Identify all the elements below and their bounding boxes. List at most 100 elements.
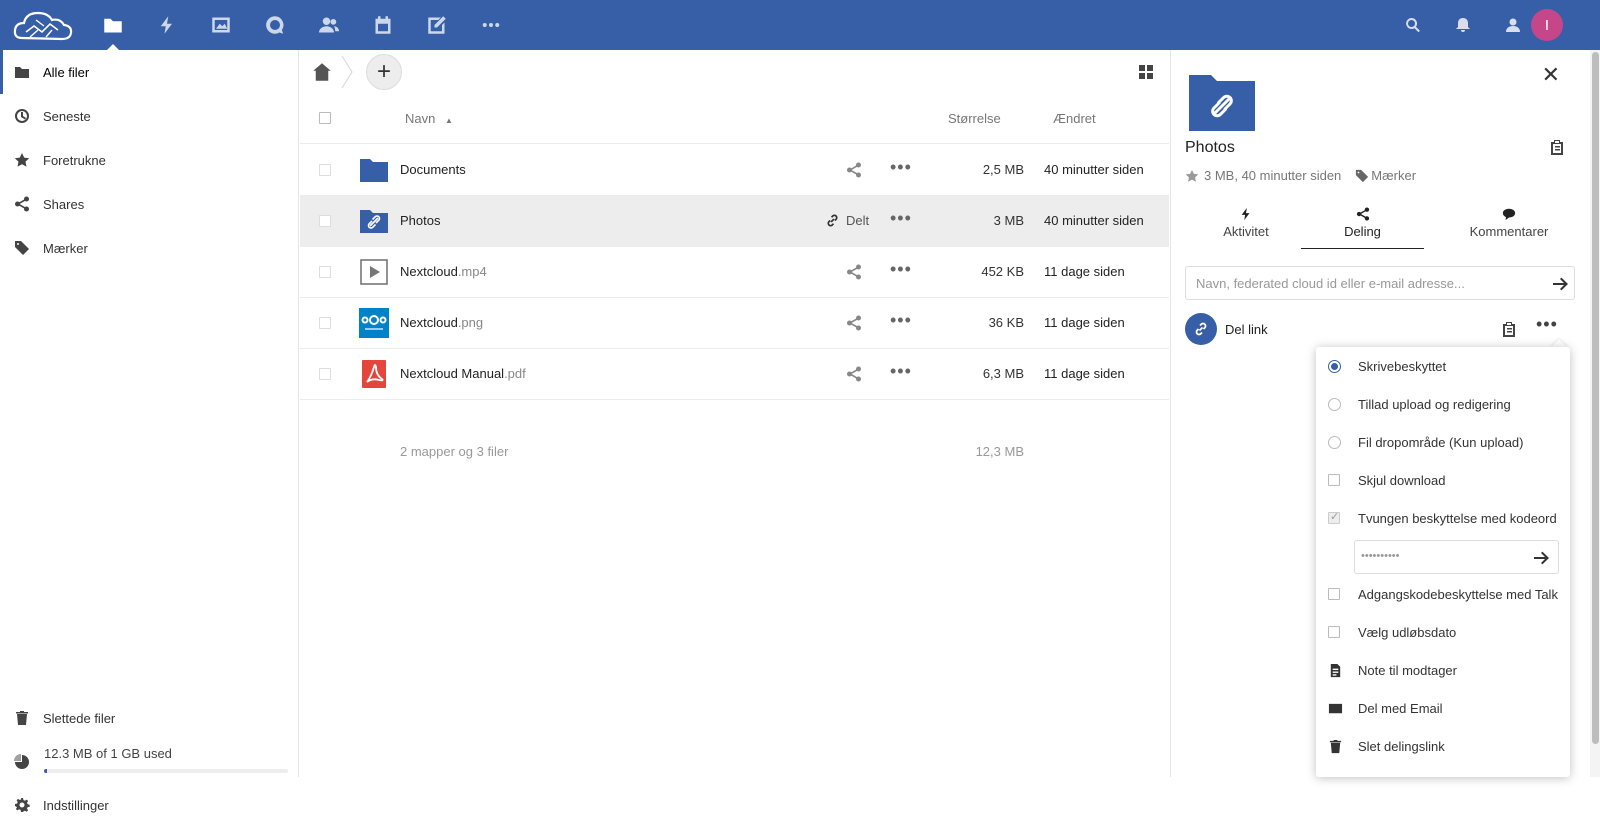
scrollbar[interactable] (1590, 50, 1600, 777)
grid-view-icon[interactable] (1138, 64, 1154, 80)
new-file-button[interactable]: + (366, 54, 402, 90)
option-hide-download[interactable]: Skjul download (1316, 461, 1570, 499)
row-checkbox[interactable] (319, 368, 331, 380)
column-header-name[interactable]: Navn ▲ (405, 111, 453, 126)
file-name[interactable]: Documents (400, 162, 466, 177)
more-actions-icon[interactable]: ••• (890, 311, 911, 333)
nav-item-favorites[interactable]: Foretrukne (0, 138, 298, 182)
clock-icon (15, 109, 29, 123)
close-icon[interactable]: ✕ (1542, 62, 1560, 88)
more-actions-icon[interactable]: ••• (890, 260, 911, 282)
more-actions-icon[interactable]: ••• (890, 209, 911, 231)
link-icon (827, 214, 838, 227)
search-icon[interactable] (1389, 0, 1437, 50)
share-icon[interactable] (846, 162, 862, 178)
option-file-drop[interactable]: Fil dropområde (Kun upload) (1316, 423, 1570, 461)
share-link-avatar (1185, 313, 1217, 345)
nextcloud-logo[interactable] (12, 8, 74, 42)
arrow-right-icon[interactable] (1532, 549, 1550, 567)
more-actions-icon[interactable]: ••• (890, 158, 911, 180)
option-note[interactable]: Note til modtager (1316, 651, 1570, 689)
tags-link[interactable]: Mærker (1371, 168, 1416, 183)
quota-bar (44, 769, 288, 773)
more-apps-icon[interactable] (464, 0, 518, 50)
shared-indicator[interactable]: Delt (825, 213, 869, 228)
file-table-header: Navn ▲ Størrelse Ændret (300, 94, 1169, 144)
column-header-size[interactable]: Størrelse (948, 111, 1001, 126)
file-name[interactable]: Nextcloud Manual.pdf (400, 366, 526, 381)
row-checkbox[interactable] (319, 266, 331, 278)
tab-sharing[interactable]: Deling (1301, 205, 1424, 249)
trash-icon (16, 711, 28, 725)
nav-item-deleted-files[interactable]: Slettede filer (0, 696, 298, 740)
share-link-menu-icon[interactable]: ••• (1536, 314, 1558, 335)
radio-button[interactable] (1328, 359, 1341, 373)
tab-comments[interactable]: Kommentarer (1443, 205, 1575, 249)
row-checkbox[interactable] (319, 215, 331, 227)
file-name[interactable]: Photos (400, 213, 440, 228)
file-name[interactable]: Nextcloud.png (400, 315, 483, 330)
comment-icon (1502, 208, 1516, 221)
option-allow-upload[interactable]: Tillad upload og redigering (1316, 385, 1570, 423)
checkbox[interactable] (1328, 474, 1340, 486)
activity-app-icon[interactable] (140, 0, 194, 50)
option-talk-password[interactable]: Adgangskodebeskyttelse med Talk (1316, 575, 1570, 613)
photos-app-icon[interactable] (194, 0, 248, 50)
share-with-input[interactable] (1185, 266, 1575, 300)
share-icon[interactable] (846, 366, 862, 382)
contacts-app-icon[interactable] (302, 0, 356, 50)
breadcrumb-separator (341, 56, 353, 88)
row-checkbox[interactable] (319, 317, 331, 329)
copy-link-icon[interactable] (1501, 321, 1517, 337)
table-row[interactable]: Nextcloud.png ••• 36 KB 11 dage siden (300, 298, 1169, 349)
nav-item-shares[interactable]: Shares (0, 182, 298, 226)
select-all-checkbox[interactable] (319, 112, 331, 124)
home-icon[interactable] (312, 62, 332, 82)
more-actions-icon[interactable]: ••• (890, 362, 911, 384)
tab-activity[interactable]: Aktivitet (1185, 205, 1307, 249)
arrow-right-icon[interactable] (1551, 275, 1569, 293)
column-header-modified[interactable]: Ændret (1053, 111, 1096, 126)
tag-icon (15, 241, 29, 255)
talk-app-icon[interactable] (248, 0, 302, 50)
checkbox[interactable] (1328, 588, 1340, 600)
files-app-icon[interactable] (86, 0, 140, 50)
share-icon (15, 196, 29, 212)
file-name[interactable]: Nextcloud.mp4 (400, 264, 487, 279)
nav-item-tags[interactable]: Mærker (0, 226, 298, 270)
option-share-email[interactable]: Del med Email (1316, 689, 1570, 727)
scrollbar-thumb[interactable] (1592, 52, 1599, 744)
table-row[interactable]: Photos Delt ••• 3 MB 40 minutter siden (300, 196, 1169, 247)
table-row[interactable]: Nextcloud Manual.pdf ••• 6,3 MB 11 dage … (300, 349, 1169, 400)
calendar-app-icon[interactable] (356, 0, 410, 50)
table-row[interactable]: Documents ••• 2,5 MB 40 minutter siden (300, 145, 1169, 196)
file-size: 3 MB (993, 213, 1024, 228)
breadcrumb: + (300, 50, 1169, 94)
option-read-only[interactable]: Skrivebeskyttet (1316, 347, 1570, 385)
user-avatar[interactable]: I (1531, 9, 1563, 41)
notifications-bell-icon[interactable] (1439, 0, 1487, 50)
table-row[interactable]: Nextcloud.mp4 ••• 452 KB 11 dage siden (300, 247, 1169, 298)
password-input[interactable] (1361, 541, 1521, 571)
nav-item-recent[interactable]: Seneste (0, 94, 298, 138)
radio-button[interactable] (1328, 397, 1341, 411)
nav-item-settings[interactable]: Indstillinger (0, 783, 298, 827)
nav-item-all-files[interactable]: Alle filer (0, 50, 298, 94)
notes-app-icon[interactable] (410, 0, 464, 50)
star-icon[interactable] (1185, 169, 1199, 183)
file-size: 6,3 MB (982, 366, 1024, 381)
file-modified: 11 dage siden (1044, 366, 1125, 381)
option-delete-link[interactable]: Slet delingslink (1316, 727, 1570, 765)
sidebar-tabs: Aktivitet Deling Kommentarer (1185, 205, 1575, 249)
row-checkbox[interactable] (319, 164, 331, 176)
radio-button[interactable] (1328, 435, 1341, 449)
share-icon[interactable] (846, 315, 862, 331)
clipboard-icon[interactable] (1549, 139, 1565, 155)
option-expiry-date[interactable]: Vælg udløbsdato (1316, 613, 1570, 651)
checkbox[interactable] (1328, 626, 1340, 638)
contacts-menu-icon[interactable] (1489, 0, 1537, 50)
video-file-icon (360, 259, 388, 285)
share-icon[interactable] (846, 264, 862, 280)
app-navigation: Alle filer Seneste Foretrukne Shares Mær… (0, 50, 299, 813)
pdf-file-icon (362, 360, 386, 388)
